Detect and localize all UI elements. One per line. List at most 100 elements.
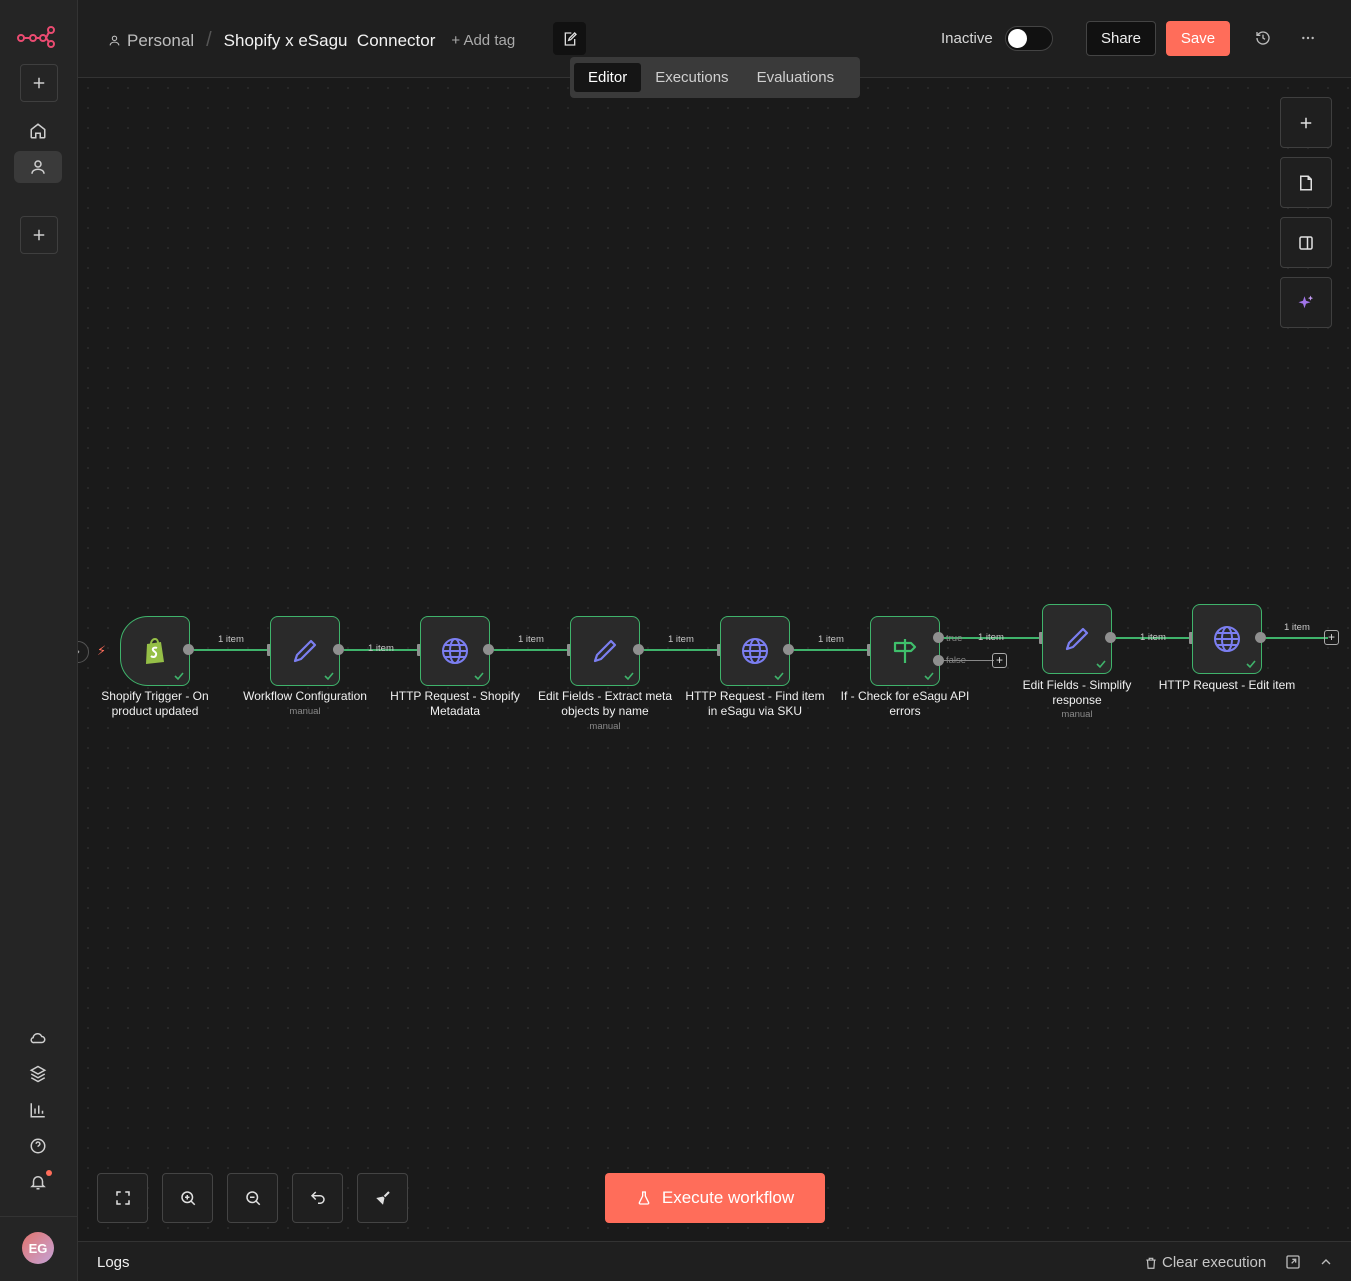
output-handle[interactable]	[1105, 632, 1116, 643]
home-nav[interactable]	[14, 115, 62, 147]
add-tag-button[interactable]: + Add tag	[451, 32, 515, 49]
project-name: Personal	[127, 30, 195, 50]
true-branch-label: true	[946, 633, 963, 644]
plus-icon	[33, 77, 45, 89]
view-tabs: Editor Executions Evaluations	[570, 57, 860, 98]
zoom-in-button[interactable]	[162, 1173, 213, 1223]
cloud-icon	[30, 1032, 46, 1044]
notifications-nav[interactable]	[14, 1166, 62, 1198]
undo-button[interactable]	[292, 1173, 343, 1223]
workflow-node[interactable]	[120, 616, 190, 686]
sidebar-divider	[0, 1216, 78, 1217]
add-project-button[interactable]	[20, 216, 58, 254]
check-icon	[1096, 660, 1106, 669]
workflow-node[interactable]	[870, 616, 940, 686]
save-button[interactable]: Save	[1166, 21, 1230, 56]
add-node-button[interactable]	[1280, 97, 1332, 148]
check-icon	[174, 672, 184, 681]
connection-label: 1 item	[668, 634, 694, 645]
false-branch-label: false	[946, 655, 967, 666]
tidy-up-button[interactable]	[357, 1173, 408, 1223]
zoom-out-button[interactable]	[227, 1173, 278, 1223]
workflow-title[interactable]: Shopify x eSagu Connector	[224, 31, 436, 51]
check-icon	[774, 672, 784, 681]
toggle-knob	[1008, 29, 1027, 48]
zoom-out-icon	[245, 1191, 260, 1206]
globe-icon	[742, 638, 768, 664]
archive-button[interactable]	[553, 22, 586, 55]
more-horizontal-icon	[1302, 36, 1314, 40]
tab-evaluations[interactable]: Evaluations	[743, 63, 849, 92]
workflow-node[interactable]	[1192, 604, 1262, 674]
logs-panel[interactable]: Logs Clear execution	[78, 1241, 1351, 1281]
signpost-icon	[893, 639, 917, 663]
output-handle[interactable]	[483, 644, 494, 655]
execute-workflow-button[interactable]: Execute workflow	[605, 1173, 825, 1223]
connection-label: 1 item	[368, 643, 394, 654]
tab-editor[interactable]: Editor	[574, 63, 642, 92]
connection-line	[794, 649, 868, 651]
check-icon	[1246, 660, 1256, 669]
node-subtitle: manual	[589, 721, 621, 732]
output-handle-false[interactable]	[933, 655, 944, 666]
output-handle-true[interactable]	[933, 632, 944, 643]
node-label: HTTP Request - Find item in eSagu via SK…	[685, 689, 825, 718]
tab-executions[interactable]: Executions	[641, 63, 742, 92]
edit-document-icon	[564, 31, 577, 46]
history-button[interactable]	[1253, 28, 1273, 48]
output-handle[interactable]	[1255, 632, 1266, 643]
workflow-node[interactable]	[420, 616, 490, 686]
output-handle[interactable]	[633, 644, 644, 655]
workflow-node[interactable]	[720, 616, 790, 686]
workflow-node[interactable]	[1042, 604, 1112, 674]
trash-icon	[1146, 1257, 1156, 1269]
workflow-node[interactable]	[270, 616, 340, 686]
fullscreen-icon	[115, 1191, 130, 1205]
expand-panel-button[interactable]: ›	[78, 641, 89, 663]
history-icon	[1256, 31, 1270, 45]
share-button[interactable]: Share	[1086, 21, 1156, 56]
notification-dot	[46, 1170, 52, 1176]
connection-line	[644, 649, 718, 651]
output-handle[interactable]	[183, 644, 194, 655]
output-handle[interactable]	[783, 644, 794, 655]
personal-nav[interactable]	[14, 151, 62, 183]
fit-view-button[interactable]	[97, 1173, 148, 1223]
add-node-end[interactable]: +	[1324, 630, 1339, 645]
breadcrumb-separator: /	[206, 29, 212, 51]
connection-label: 1 item	[218, 634, 244, 645]
templates-nav[interactable]	[14, 1058, 62, 1090]
chevron-up-icon[interactable]	[1318, 1254, 1334, 1270]
more-options-button[interactable]	[1298, 28, 1318, 48]
pencil-icon	[293, 639, 317, 663]
side-panel-button[interactable]	[1280, 217, 1332, 268]
plus-icon	[1300, 117, 1312, 128]
create-button[interactable]	[20, 64, 58, 102]
sparkles-icon	[1298, 295, 1314, 308]
cloud-nav[interactable]	[14, 1022, 62, 1054]
flask-icon	[638, 1191, 650, 1205]
help-nav[interactable]	[14, 1130, 62, 1162]
connection-label: 1 item	[818, 634, 844, 645]
pop-out-icon[interactable]	[1285, 1254, 1301, 1270]
insights-nav[interactable]	[14, 1094, 62, 1126]
sticky-note-button[interactable]	[1280, 157, 1332, 208]
shopify-icon	[146, 637, 164, 664]
check-icon	[924, 672, 934, 681]
ai-assistant-button[interactable]	[1280, 277, 1332, 328]
active-toggle[interactable]	[1005, 26, 1053, 51]
output-handle[interactable]	[333, 644, 344, 655]
project-link[interactable]: Personal	[108, 31, 194, 51]
workflow-canvas[interactable]: › ⚡ 1 item 1 item 1 item 1 item 1 item t…	[78, 78, 1351, 1241]
breadcrumb: Personal / Shopify x eSagu Connector + A…	[108, 29, 515, 52]
n8n-logo[interactable]	[16, 24, 56, 48]
undo-icon	[310, 1191, 325, 1204]
node-label: Workflow Configuration	[243, 689, 367, 703]
add-node-false-branch[interactable]: +	[992, 653, 1007, 668]
clear-execution-button[interactable]: Clear execution	[1144, 1254, 1266, 1271]
connection-label: 1 item	[1140, 632, 1166, 643]
workflow-node[interactable]	[570, 616, 640, 686]
canvas-bottom-toolbar	[97, 1173, 408, 1223]
clear-execution-label: Clear execution	[1162, 1254, 1267, 1271]
avatar[interactable]: EG	[22, 1232, 54, 1264]
